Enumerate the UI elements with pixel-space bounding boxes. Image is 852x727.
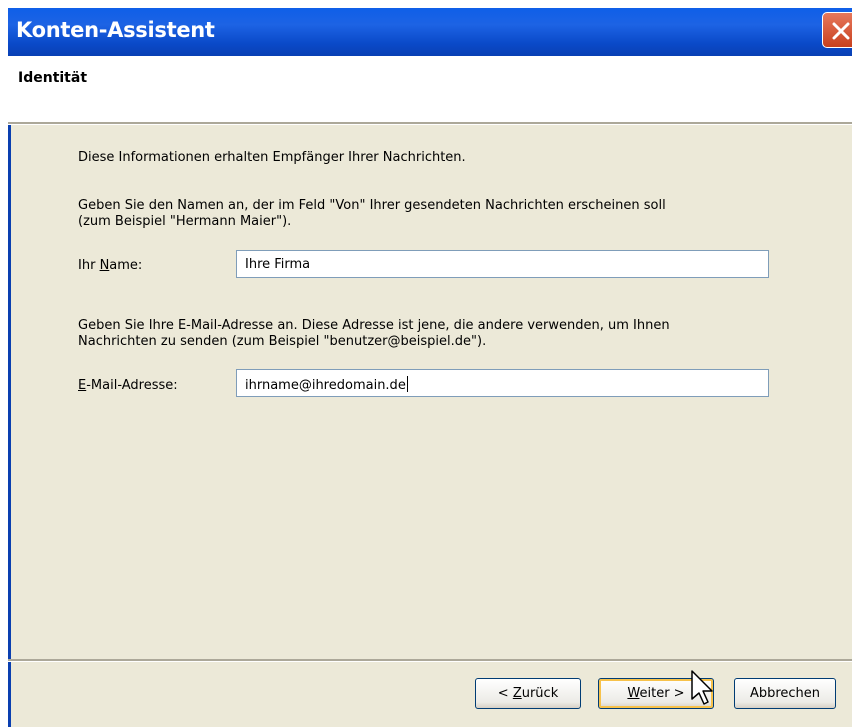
footer-divider <box>8 659 852 662</box>
email-label-accesskey: E <box>78 378 87 393</box>
account-wizard-window: Konten-Assistent Identität Diese Informa… <box>8 8 852 727</box>
email-label: E-Mail-Adresse: <box>78 378 178 393</box>
back-button[interactable]: < Zurück <box>475 678 581 709</box>
name-description-line2: (zum Beispiel "Hermann Maier"). <box>78 214 292 229</box>
email-field[interactable]: ihrname@ihredomain.de <box>236 369 769 397</box>
back-button-accesskey: Z <box>512 686 522 701</box>
mouse-cursor-icon <box>691 670 713 705</box>
window-left-border <box>8 125 11 727</box>
header-pane: Identität <box>8 56 852 122</box>
name-field-value: Ihre Firma <box>245 257 311 272</box>
intro-text: Diese Informationen erhalten Empfänger I… <box>78 150 466 165</box>
email-description-line1: Geben Sie Ihre E-Mail-Adresse an. Diese … <box>78 318 670 333</box>
next-button-suffix: eiter > <box>639 686 685 701</box>
window-title: Konten-Assistent <box>16 18 215 42</box>
header-divider <box>8 122 852 125</box>
close-icon <box>832 22 850 40</box>
text-caret <box>406 376 408 392</box>
name-description-line1: Geben Sie den Namen an, der im Feld "Von… <box>78 198 666 213</box>
name-label: Ihr Name: <box>78 258 142 273</box>
close-button[interactable] <box>822 12 852 48</box>
name-label-prefix: Ihr <box>78 258 100 273</box>
title-bar[interactable]: Konten-Assistent <box>8 8 852 56</box>
name-label-suffix: ame: <box>109 258 143 273</box>
back-button-prefix: < <box>497 686 513 701</box>
name-field[interactable]: Ihre Firma <box>236 250 769 278</box>
email-label-suffix: -Mail-Adresse: <box>86 378 178 393</box>
back-button-suffix: urück <box>521 686 559 701</box>
page-title: Identität <box>18 70 88 86</box>
email-field-value: ihrname@ihredomain.de <box>245 378 406 393</box>
cancel-button[interactable]: Abbrechen <box>734 678 836 709</box>
name-label-accesskey: N <box>99 258 110 273</box>
next-button-accesskey: W <box>627 686 640 701</box>
email-description-line2: Nachrichten zu senden (zum Beispiel "ben… <box>78 334 487 349</box>
